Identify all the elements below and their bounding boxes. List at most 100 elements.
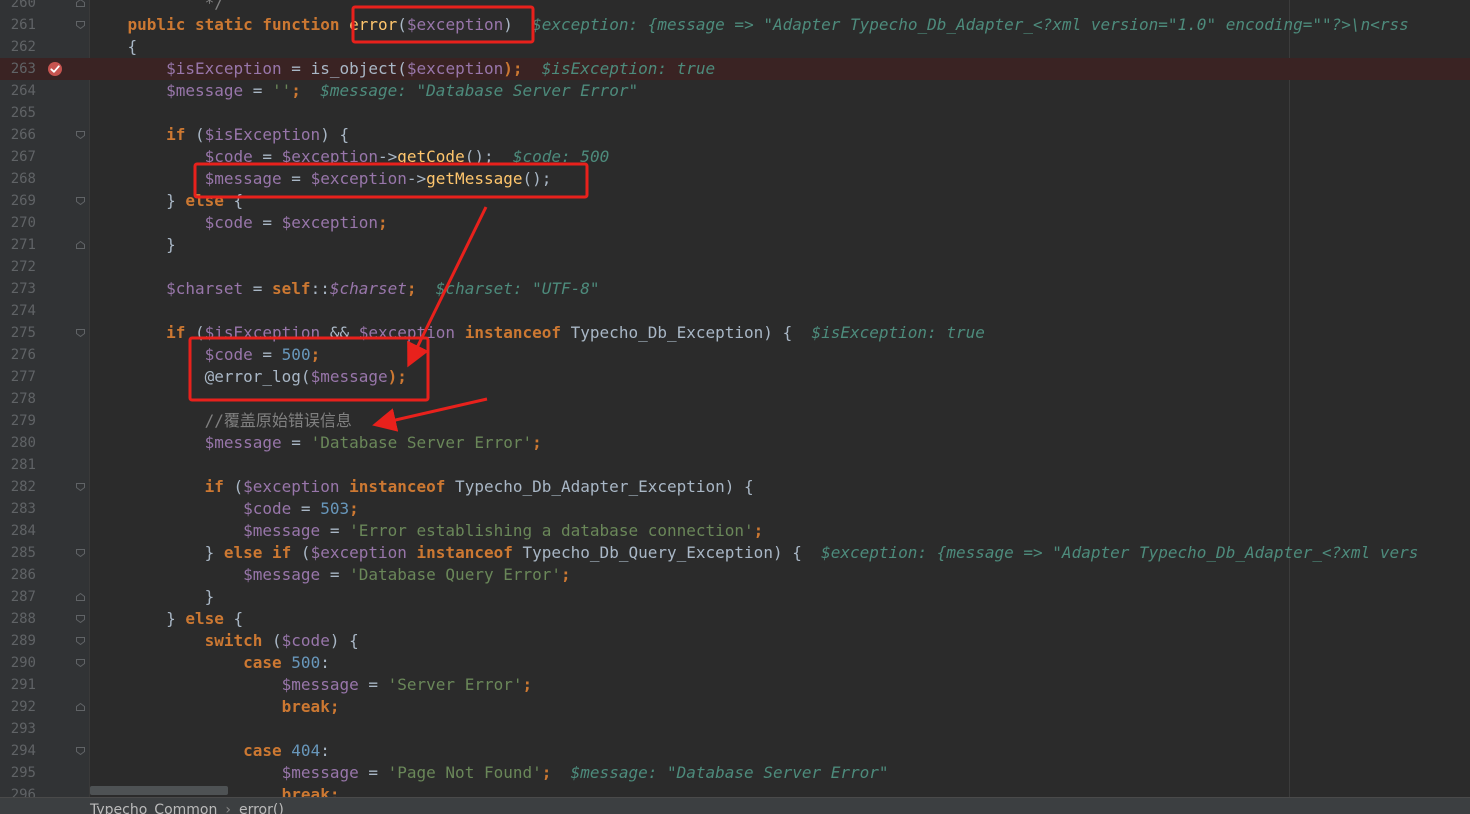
line-number[interactable]: 270 <box>0 212 36 234</box>
fold-open-icon[interactable] <box>76 615 85 623</box>
code-text[interactable]: @error_log($message); <box>89 366 407 388</box>
code-text[interactable]: $message = 'Database Query Error'; <box>89 564 571 586</box>
code-text[interactable]: case 500: <box>89 652 330 674</box>
code-line[interactable]: 279 //覆盖原始错误信息 <box>0 410 1470 432</box>
line-number[interactable]: 282 <box>0 476 36 498</box>
code-line[interactable]: 273 $charset = self::$charset; $charset:… <box>0 278 1470 300</box>
line-number[interactable]: 278 <box>0 388 36 410</box>
code-line[interactable]: 294 case 404: <box>0 740 1470 762</box>
fold-open-icon[interactable] <box>76 483 85 491</box>
line-number[interactable]: 267 <box>0 146 36 168</box>
code-line[interactable]: 268 $message = $exception->getMessage(); <box>0 168 1470 190</box>
code-text[interactable]: //覆盖原始错误信息 <box>89 410 352 432</box>
fold-close-icon[interactable] <box>76 0 85 7</box>
line-number[interactable]: 291 <box>0 674 36 696</box>
code-line[interactable]: 285 } else if ($exception instanceof Typ… <box>0 542 1470 564</box>
line-number[interactable]: 292 <box>0 696 36 718</box>
line-number[interactable]: 281 <box>0 454 36 476</box>
fold-open-icon[interactable] <box>76 747 85 755</box>
code-text[interactable]: $message = 'Database Server Error'; <box>89 432 542 454</box>
code-line[interactable]: 287 } <box>0 586 1470 608</box>
code-line[interactable]: 288 } else { <box>0 608 1470 630</box>
code-text[interactable]: if ($isException) { <box>89 124 349 146</box>
code-line[interactable]: 270 $code = $exception; <box>0 212 1470 234</box>
fold-open-icon[interactable] <box>76 131 85 139</box>
line-number[interactable]: 290 <box>0 652 36 674</box>
line-number[interactable]: 284 <box>0 520 36 542</box>
code-text[interactable]: } else { <box>89 608 243 630</box>
line-number[interactable]: 276 <box>0 344 36 366</box>
code-line[interactable]: 264 $message = ''; $message: "Database S… <box>0 80 1470 102</box>
line-number[interactable]: 265 <box>0 102 36 124</box>
line-number[interactable]: 271 <box>0 234 36 256</box>
line-number[interactable]: 295 <box>0 762 36 784</box>
code-text[interactable]: $message = ''; $message: "Database Serve… <box>89 80 638 102</box>
line-number[interactable]: 289 <box>0 630 36 652</box>
code-text[interactable]: $code = 503; <box>89 498 359 520</box>
code-text[interactable]: } else if ($exception instanceof Typecho… <box>89 542 1419 564</box>
code-line[interactable]: 266 if ($isException) { <box>0 124 1470 146</box>
code-line[interactable]: 291 $message = 'Server Error'; <box>0 674 1470 696</box>
fold-open-icon[interactable] <box>76 329 85 337</box>
code-text[interactable]: $isException = is_object($exception); $i… <box>89 58 715 80</box>
line-number[interactable]: 294 <box>0 740 36 762</box>
line-number[interactable]: 262 <box>0 36 36 58</box>
line-number[interactable]: 274 <box>0 300 36 322</box>
fold-open-icon[interactable] <box>76 637 85 645</box>
horizontal-scrollbar-thumb[interactable] <box>90 786 228 795</box>
code-editor[interactable]: 260 */261 public static function error($… <box>0 0 1470 797</box>
line-number[interactable]: 283 <box>0 498 36 520</box>
code-line[interactable]: 292 break; <box>0 696 1470 718</box>
breadcrumb-item-class[interactable]: Typecho_Common <box>90 802 217 814</box>
code-text[interactable]: break; <box>89 696 340 718</box>
line-number[interactable]: 273 <box>0 278 36 300</box>
code-text[interactable]: $message = 'Server Error'; <box>89 674 532 696</box>
code-text[interactable]: */ <box>89 0 224 14</box>
line-number[interactable]: 288 <box>0 608 36 630</box>
code-text[interactable]: $charset = self::$charset; $charset: "UT… <box>89 278 600 300</box>
code-line[interactable]: 274 <box>0 300 1470 322</box>
code-text[interactable]: if ($exception instanceof Typecho_Db_Ada… <box>89 476 754 498</box>
line-number[interactable]: 269 <box>0 190 36 212</box>
code-line[interactable]: 263 $isException = is_object($exception)… <box>0 58 1470 80</box>
code-line[interactable]: 283 $code = 503; <box>0 498 1470 520</box>
line-number[interactable]: 286 <box>0 564 36 586</box>
code-text[interactable]: $message = 'Error establishing a databas… <box>89 520 763 542</box>
fold-close-icon[interactable] <box>76 593 85 601</box>
code-line[interactable]: 286 $message = 'Database Query Error'; <box>0 564 1470 586</box>
line-number[interactable]: 287 <box>0 586 36 608</box>
code-text[interactable]: { <box>89 36 138 58</box>
code-line[interactable]: 261 public static function error($except… <box>0 14 1470 36</box>
line-number[interactable]: 275 <box>0 322 36 344</box>
code-line[interactable]: 284 $message = 'Error establishing a dat… <box>0 520 1470 542</box>
code-area[interactable]: 260 */261 public static function error($… <box>0 0 1470 797</box>
code-text[interactable]: if ($isException && $exception instanceo… <box>89 322 985 344</box>
line-number[interactable]: 266 <box>0 124 36 146</box>
code-line[interactable]: 276 $code = 500; <box>0 344 1470 366</box>
code-text[interactable]: $message = $exception->getMessage(); <box>89 168 552 190</box>
code-line[interactable]: 260 */ <box>0 0 1470 14</box>
code-line[interactable]: 282 if ($exception instanceof Typecho_Db… <box>0 476 1470 498</box>
line-number[interactable]: 296 <box>0 784 36 797</box>
line-number[interactable]: 264 <box>0 80 36 102</box>
code-text[interactable]: $code = $exception->getCode(); $code: 50… <box>89 146 610 168</box>
code-text[interactable]: switch ($code) { <box>89 630 359 652</box>
line-number[interactable]: 263 <box>0 58 36 80</box>
code-text[interactable]: $code = $exception; <box>89 212 388 234</box>
code-text[interactable]: $code = 500; <box>89 344 321 366</box>
code-text[interactable]: } <box>89 234 176 256</box>
line-number[interactable]: 272 <box>0 256 36 278</box>
code-text[interactable]: $message = 'Page Not Found'; $message: "… <box>89 762 889 784</box>
code-line[interactable]: 290 case 500: <box>0 652 1470 674</box>
code-line[interactable]: 272 <box>0 256 1470 278</box>
fold-open-icon[interactable] <box>76 549 85 557</box>
code-line[interactable]: 275 if ($isException && $exception insta… <box>0 322 1470 344</box>
line-number[interactable]: 293 <box>0 718 36 740</box>
line-number[interactable]: 277 <box>0 366 36 388</box>
fold-close-icon[interactable] <box>76 241 85 249</box>
fold-open-icon[interactable] <box>76 21 85 29</box>
line-number[interactable]: 285 <box>0 542 36 564</box>
code-line[interactable]: 281 <box>0 454 1470 476</box>
code-line[interactable]: 271 } <box>0 234 1470 256</box>
fold-close-icon[interactable] <box>76 703 85 711</box>
